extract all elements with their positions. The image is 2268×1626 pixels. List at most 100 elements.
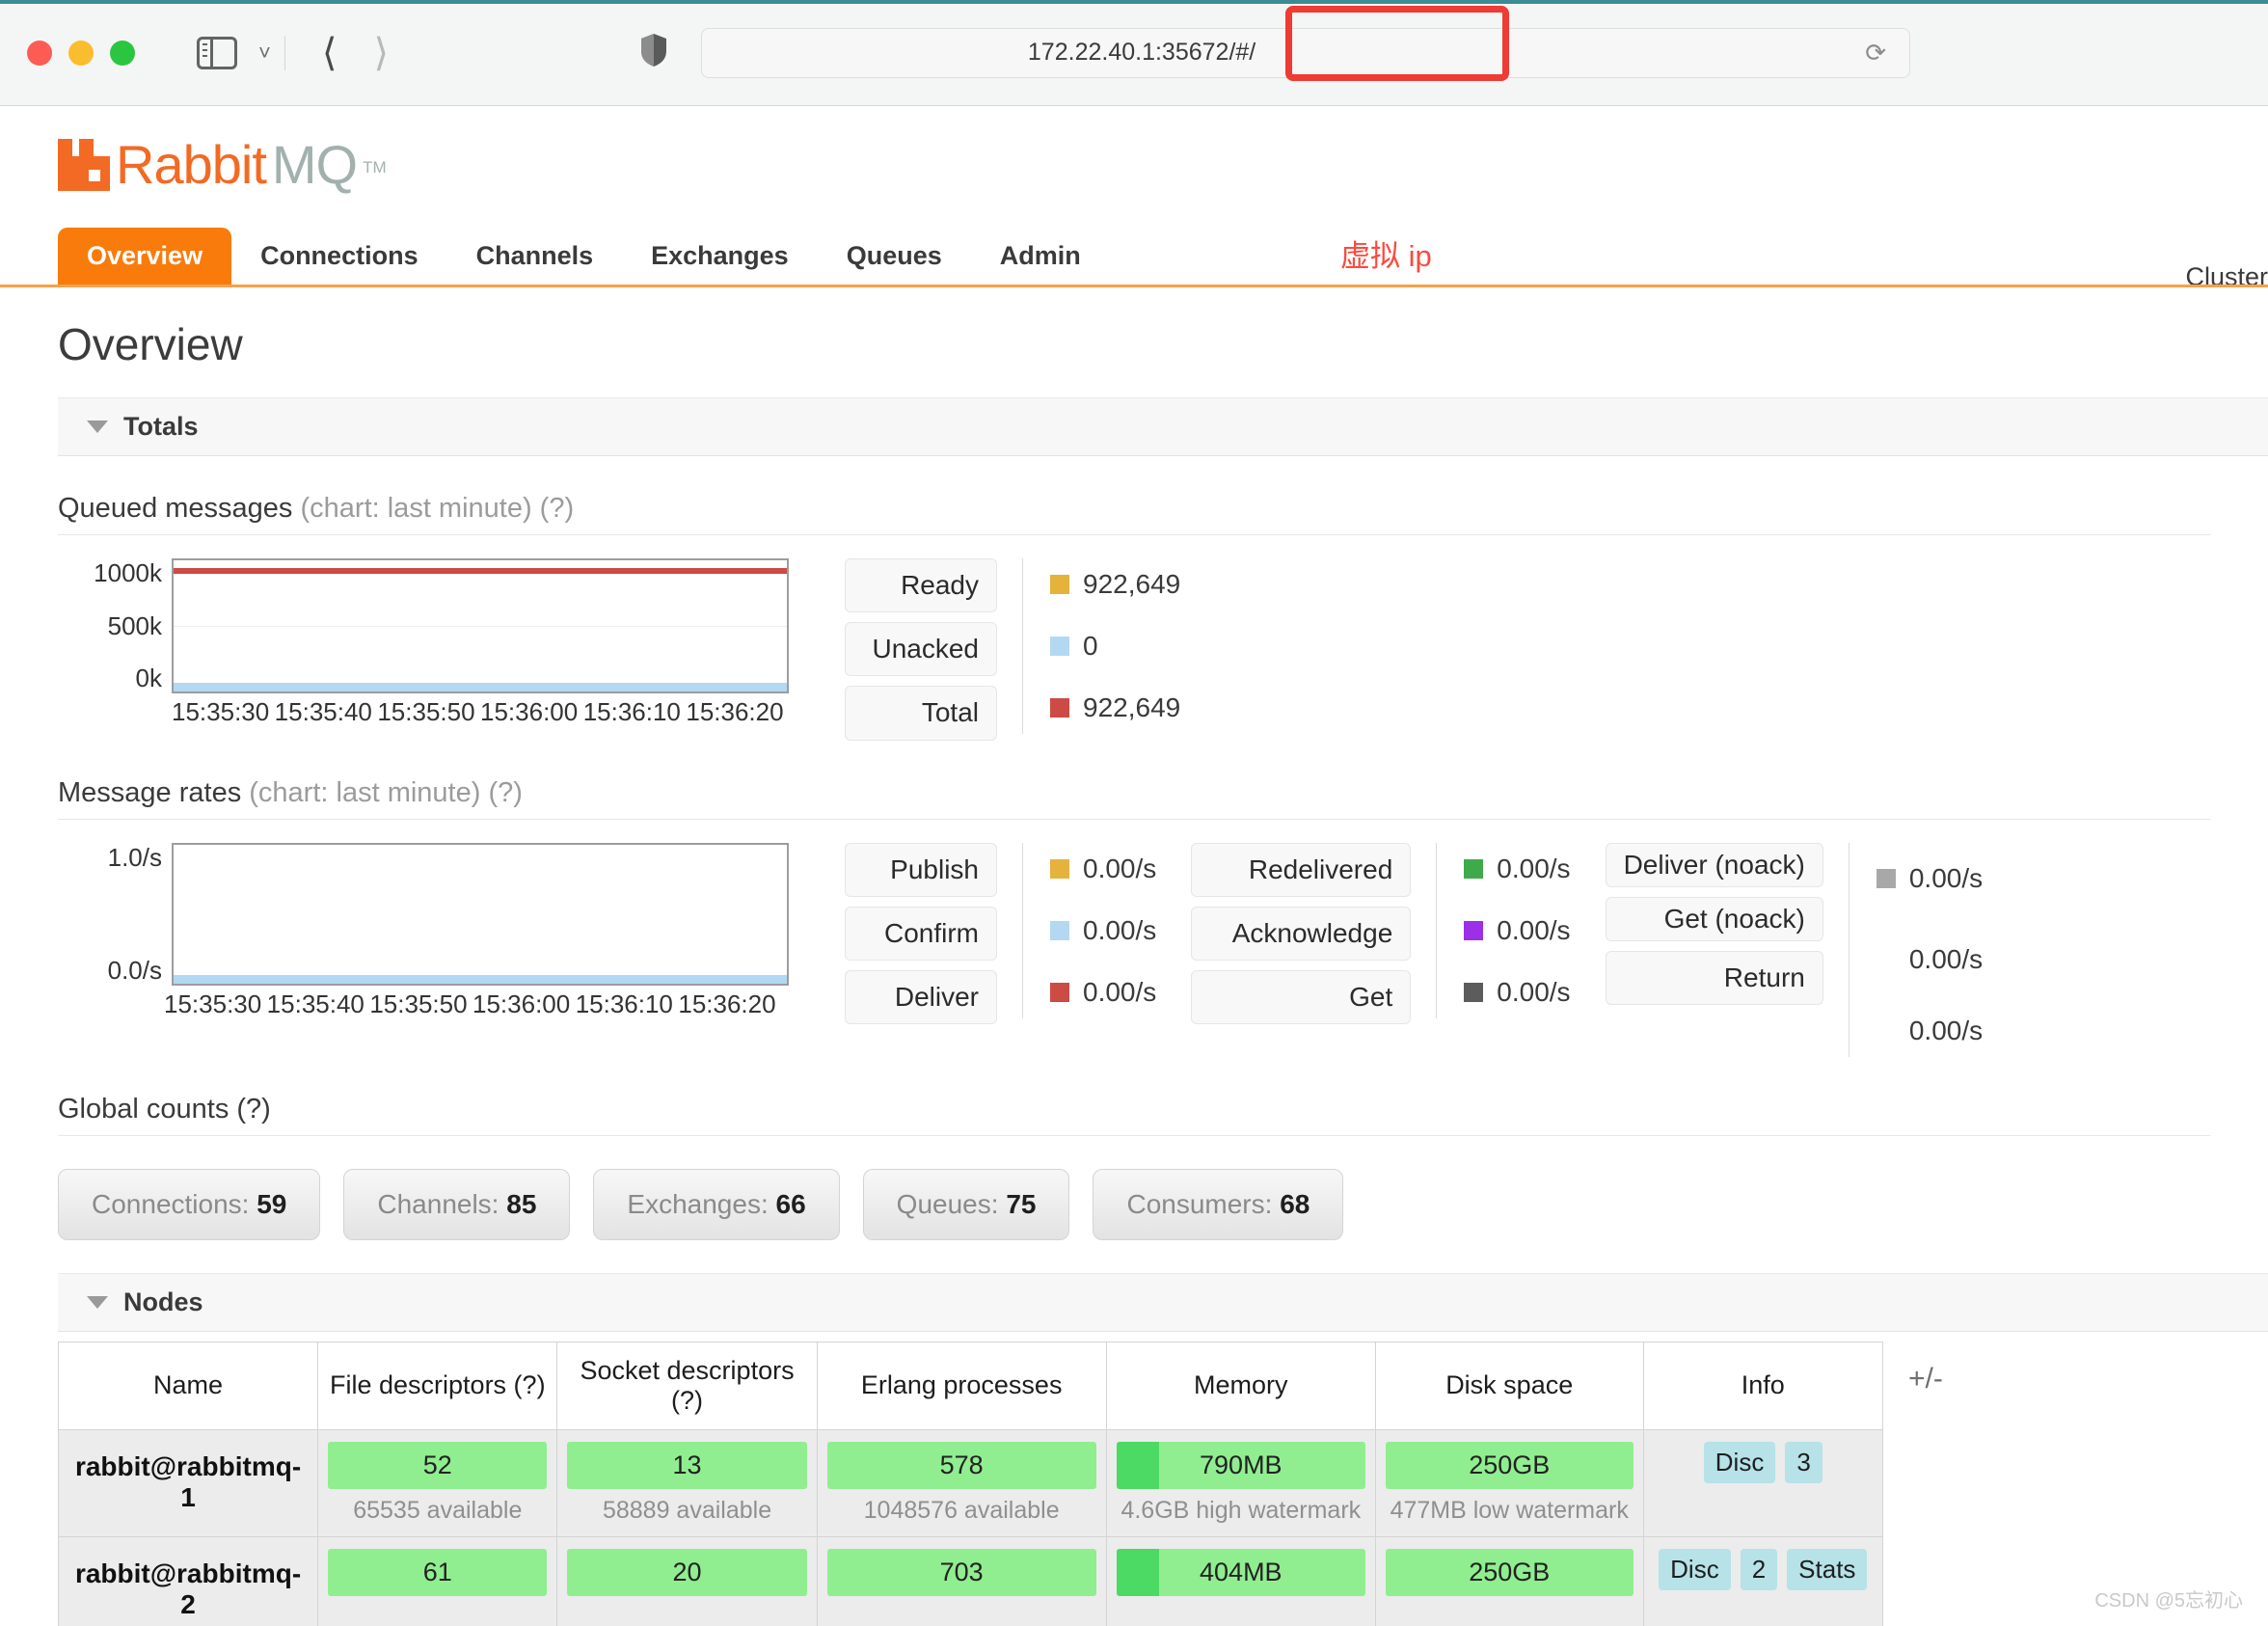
queued-messages-subtitle: (chart: last minute) (?) xyxy=(301,493,575,524)
x-tick: 15:35:40 xyxy=(275,697,378,727)
node-1-info: Disc 3 xyxy=(1643,1429,1882,1536)
queued-legend: Ready Unacked Total 922,649 0 922,649 xyxy=(845,558,1180,741)
global-count-consumers[interactable]: Consumers: 68 xyxy=(1093,1169,1343,1240)
swatch-get-noack-icon xyxy=(1876,950,1896,969)
column-header-socket-descriptors[interactable]: Socket descriptors (?) xyxy=(557,1341,817,1429)
maximize-window-button[interactable] xyxy=(110,41,135,66)
node-name-1[interactable]: rabbit@rabbitmq-1 xyxy=(59,1429,318,1536)
status-badge-count[interactable]: 3 xyxy=(1785,1442,1822,1483)
disk-value: 250GB xyxy=(1469,1558,1550,1586)
page-content: Overview Totals Queued messages (chart: … xyxy=(0,287,2268,1626)
chevron-left-icon[interactable]: ⟨ xyxy=(322,34,338,72)
column-toggle-button[interactable]: +/- xyxy=(1908,1363,1943,1396)
tab-admin[interactable]: Admin xyxy=(971,228,1110,285)
rates-button-deliver-noack[interactable]: Deliver (noack) xyxy=(1606,843,1823,887)
rabbitmq-logo[interactable]: Rabbit MQ TM xyxy=(58,133,2268,196)
shield-icon[interactable] xyxy=(639,33,668,72)
section-nodes-header[interactable]: Nodes xyxy=(58,1273,2268,1332)
status-badge-disc[interactable]: Disc xyxy=(1659,1549,1731,1590)
reload-icon[interactable]: ⟳ xyxy=(1865,38,1886,68)
rates-button-deliver[interactable]: Deliver xyxy=(845,970,997,1024)
rates-button-redelivered[interactable]: Redelivered xyxy=(1191,843,1411,897)
rates-button-confirm[interactable]: Confirm xyxy=(845,907,997,961)
table-row: rabbit@rabbitmq-1 52 65535 available 13 … xyxy=(59,1429,1883,1536)
sock-bar: 20 xyxy=(567,1549,806,1596)
node-name-2[interactable]: rabbit@rabbitmq-2 xyxy=(59,1536,318,1626)
rates-button-get[interactable]: Get xyxy=(1191,970,1411,1024)
status-badge-count[interactable]: 2 xyxy=(1741,1549,1777,1590)
x-tick: 15:36:20 xyxy=(686,697,789,727)
status-badge-disc[interactable]: Disc xyxy=(1704,1442,1776,1483)
rates-value-return-text: 0.00/s xyxy=(1909,1016,1983,1046)
disk-bar: 250GB xyxy=(1386,1549,1634,1596)
rates-value-get-noack: 0.00/s xyxy=(1876,924,1983,995)
legend-value-total-text: 922,649 xyxy=(1083,692,1180,723)
nodes-table-wrapper: Name File descriptors (?) Socket descrip… xyxy=(0,1341,2268,1626)
tab-channels[interactable]: Channels xyxy=(447,228,623,285)
legend-button-unacked[interactable]: Unacked xyxy=(845,622,997,676)
address-bar[interactable]: 172.22.40.1:35672/#/ ⟳ xyxy=(701,28,1910,78)
y-tick: 1000k xyxy=(58,558,162,588)
column-header-info[interactable]: Info xyxy=(1643,1341,1882,1429)
queued-legend-values: 922,649 0 922,649 xyxy=(1022,558,1180,734)
swatch-deliver-noack-icon xyxy=(1876,869,1896,888)
collapse-triangle-icon[interactable] xyxy=(87,420,108,433)
message-rates-chart: 1.0/s 0.0/s 15:35:30 15:35:40 15:35:50 1… xyxy=(58,843,789,1019)
section-nodes-label: Nodes xyxy=(123,1287,203,1317)
global-count-channels-value: 85 xyxy=(506,1189,536,1219)
rates-chart-x-axis: 15:35:30 15:35:40 15:35:50 15:36:00 15:3… xyxy=(164,989,781,1019)
collapse-triangle-icon[interactable] xyxy=(87,1296,108,1309)
global-count-channels[interactable]: Channels: 85 xyxy=(343,1169,570,1240)
tab-overview[interactable]: Overview xyxy=(58,228,231,285)
legend-value-total: 922,649 xyxy=(1050,682,1180,734)
column-header-disk-space[interactable]: Disk space xyxy=(1375,1341,1643,1429)
x-tick: 15:35:30 xyxy=(172,697,275,727)
minimize-window-button[interactable] xyxy=(68,41,94,66)
chevron-down-icon[interactable]: ˅ xyxy=(258,42,271,64)
window-traffic-lights xyxy=(27,41,135,66)
navigation-arrows: ⟨ ⟩ xyxy=(322,34,389,72)
fd-bar: 52 xyxy=(328,1442,547,1489)
watermark: CSDN @5忘初心 xyxy=(2094,1585,2243,1612)
global-count-queues[interactable]: Queues: 75 xyxy=(863,1169,1070,1240)
tab-connections[interactable]: Connections xyxy=(231,228,447,285)
node-2-badges: Disc 2 Stats xyxy=(1654,1549,1873,1590)
column-header-erlang-processes[interactable]: Erlang processes xyxy=(817,1341,1106,1429)
rates-value-get-noack-text: 0.00/s xyxy=(1909,944,1983,975)
rates-button-acknowledge[interactable]: Acknowledge xyxy=(1191,907,1411,961)
queued-messages-chart: 1000k 500k 0k 15:35:30 15:35:40 15:35:50… xyxy=(58,558,789,727)
disk-bar: 250GB xyxy=(1386,1442,1634,1489)
global-count-exchanges[interactable]: Exchanges: 66 xyxy=(593,1169,839,1240)
section-totals-header[interactable]: Totals xyxy=(58,397,2268,456)
tab-queues[interactable]: Queues xyxy=(818,228,971,285)
sidebar-toggle-icon[interactable] xyxy=(197,37,237,69)
swatch-unacked-icon xyxy=(1050,637,1069,656)
legend-button-total[interactable]: Total xyxy=(845,686,997,740)
legend-value-unacked-text: 0 xyxy=(1083,631,1098,662)
tab-exchanges[interactable]: Exchanges xyxy=(622,228,818,285)
global-count-connections[interactable]: Connections: 59 xyxy=(58,1169,320,1240)
disk-sublabel: 477MB low watermark xyxy=(1386,1497,1634,1525)
rates-value-redelivered-text: 0.00/s xyxy=(1497,854,1570,884)
column-header-file-descriptors[interactable]: File descriptors (?) xyxy=(318,1341,557,1429)
proc-sublabel: 1048576 available xyxy=(827,1497,1096,1525)
toolbar-divider xyxy=(284,36,285,70)
x-tick: 15:35:50 xyxy=(369,989,472,1019)
swatch-deliver-icon xyxy=(1050,983,1069,1002)
column-header-memory[interactable]: Memory xyxy=(1106,1341,1375,1429)
chevron-right-icon[interactable]: ⟩ xyxy=(373,34,389,72)
rates-values-col3: 0.00/s 0.00/s 0.00/s xyxy=(1849,843,1983,1057)
series-line-zero xyxy=(174,975,787,984)
node-1-disk-space: 250GB 477MB low watermark xyxy=(1375,1429,1643,1536)
message-rates-subtitle: (chart: last minute) (?) xyxy=(249,777,523,808)
legend-button-ready[interactable]: Ready xyxy=(845,558,997,612)
close-window-button[interactable] xyxy=(27,41,52,66)
rates-button-return[interactable]: Return xyxy=(1606,951,1823,1005)
rates-value-deliver-noack: 0.00/s xyxy=(1876,843,1983,914)
column-header-name[interactable]: Name xyxy=(59,1341,318,1429)
rates-button-publish[interactable]: Publish xyxy=(845,843,997,897)
rates-button-get-noack[interactable]: Get (noack) xyxy=(1606,897,1823,941)
queued-chart-x-axis: 15:35:30 15:35:40 15:35:50 15:36:00 15:3… xyxy=(172,697,789,727)
sock-value: 13 xyxy=(673,1450,702,1479)
status-badge-stats[interactable]: Stats xyxy=(1787,1549,1867,1590)
